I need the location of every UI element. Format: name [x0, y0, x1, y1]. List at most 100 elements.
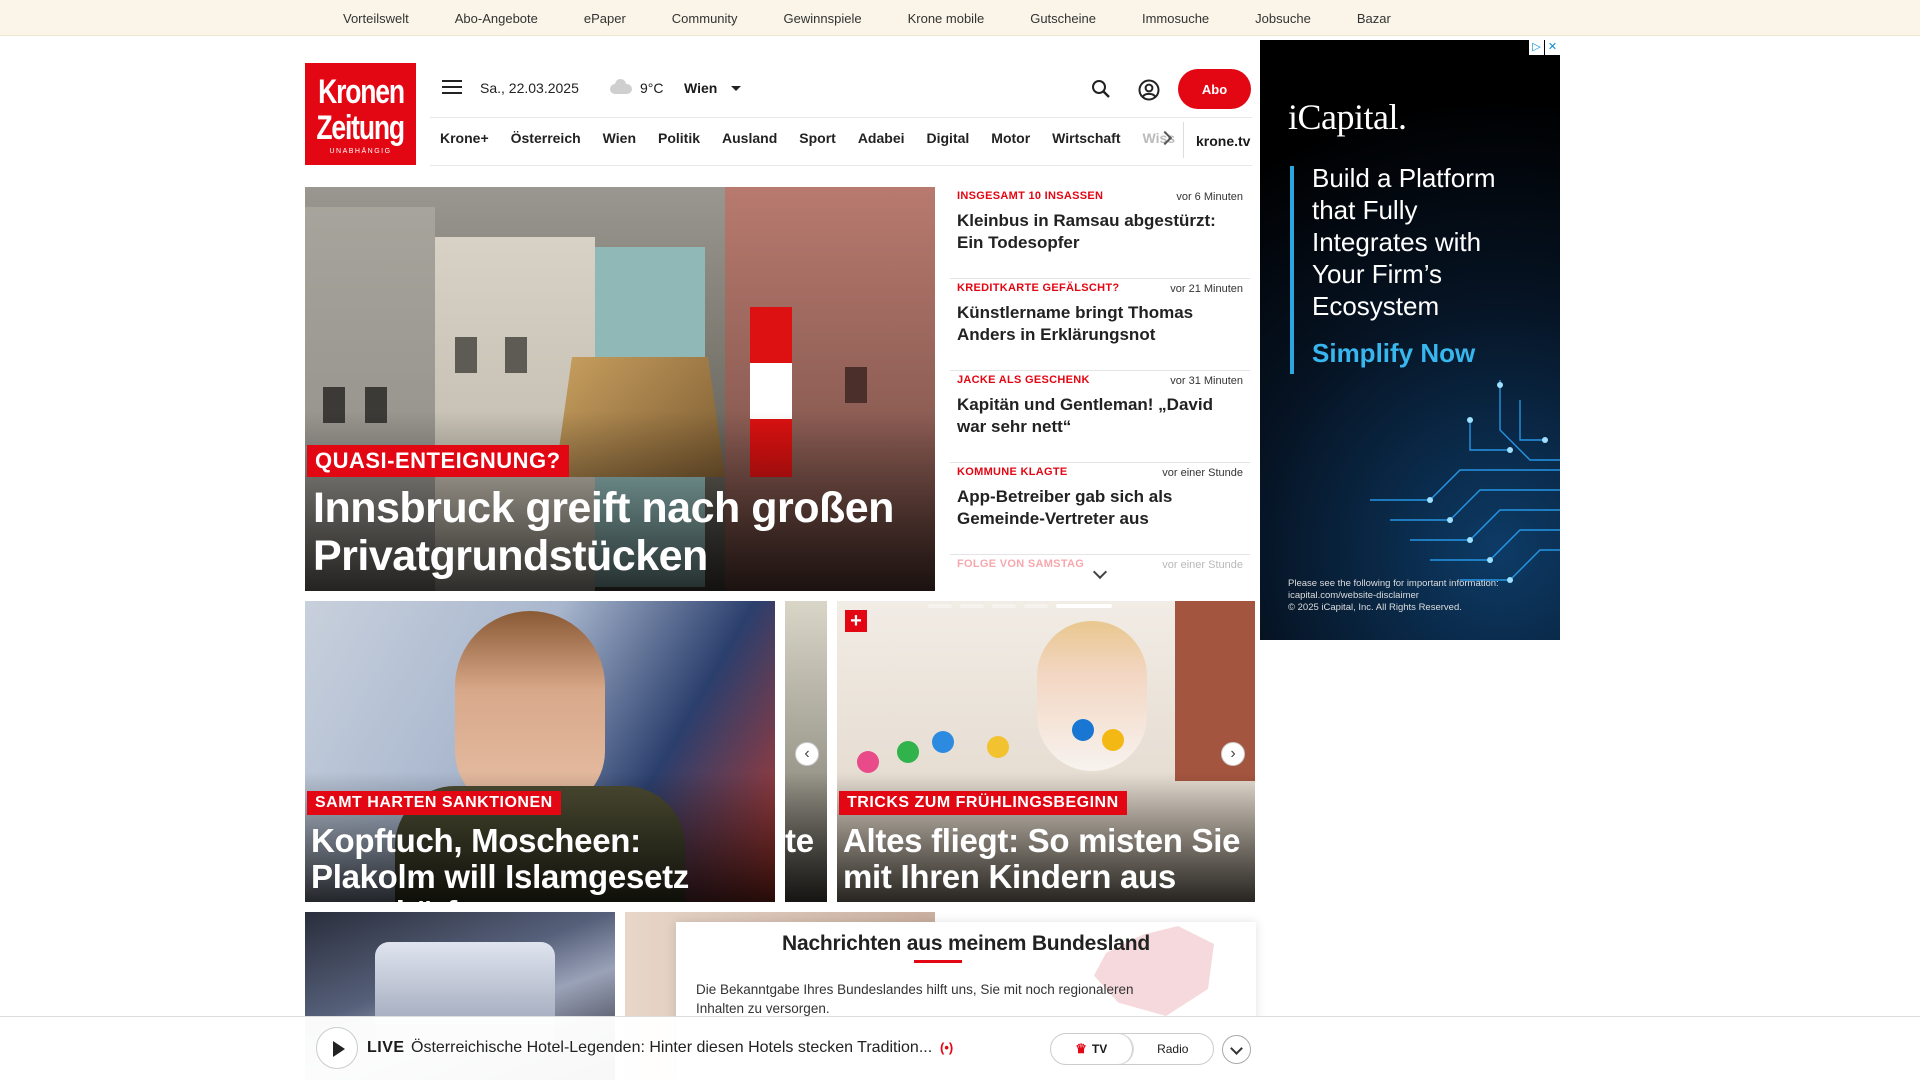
nav-oesterreich[interactable]: Österreich: [511, 130, 581, 146]
link-krone-mobile[interactable]: Krone mobile: [908, 11, 985, 26]
carousel-dot[interactable]: [928, 604, 952, 608]
header-divider: [430, 117, 1252, 118]
nav-sport[interactable]: Sport: [799, 130, 836, 146]
link-abo-angebote[interactable]: Abo-Angebote: [455, 11, 538, 26]
ticker-item[interactable]: JACKE ALS GESCHENK vor 31 Minuten Kapitä…: [950, 371, 1250, 463]
ticker-time: vor 6 Minuten: [1176, 191, 1243, 203]
link-gutscheine[interactable]: Gutscheine: [1030, 11, 1096, 26]
card-headline: te: [785, 822, 814, 859]
ad-headline: Build a Platform that Fully Integrates w…: [1312, 163, 1496, 321]
ad-accent-bar: [1290, 166, 1294, 374]
link-immosuche[interactable]: Immosuche: [1142, 11, 1209, 26]
chevron-down-icon: [731, 85, 742, 91]
ticker-headline: App-Betreiber gab sich als Gemeinde-Vert…: [957, 487, 1173, 528]
nav-krone-plus[interactable]: Krone+: [440, 130, 489, 146]
live-player-bar: [0, 1016, 1920, 1080]
ticker-headline: Kleinbus in Ramsau abgestürzt: Ein Todes…: [957, 211, 1216, 252]
search-icon[interactable]: [1091, 79, 1111, 99]
ad-legal-link[interactable]: icapital.com/website-disclaimer: [1288, 590, 1538, 602]
nav-wirtschaft[interactable]: Wirtschaft: [1052, 130, 1120, 146]
bundesland-title: Nachrichten aus meinem Bundesland: [782, 932, 1150, 955]
carousel-indicators: [928, 604, 1112, 608]
utility-bar: Vorteilswelt Abo-Angebote ePaper Communi…: [0, 0, 1920, 36]
ad-brand-logo: iCapital.: [1288, 97, 1407, 137]
play-button[interactable]: [316, 1027, 358, 1069]
main-navigation: Krone+ Österreich Wien Politik Ausland S…: [440, 130, 1177, 146]
abo-button[interactable]: Abo: [1178, 69, 1251, 109]
broadcast-icon: (•): [940, 1040, 954, 1055]
city-selector[interactable]: Wien: [684, 80, 742, 96]
ad-legal-text: Please see the following for important i…: [1288, 578, 1538, 614]
current-date: Sa., 22.03.2025: [480, 80, 579, 96]
radio-toggle-option[interactable]: Radio: [1133, 1034, 1214, 1064]
nav-digital[interactable]: Digital: [927, 130, 970, 146]
utility-links: Vorteilswelt Abo-Angebote ePaper Communi…: [343, 0, 1437, 36]
link-vorteilswelt[interactable]: Vorteilswelt: [343, 11, 409, 26]
kronen-zeitung-logo[interactable]: Kronen Zeitung UNABHÄNGIG: [305, 63, 416, 165]
logo-tagline: UNABHÄNGIG: [329, 147, 392, 155]
logo-line-1: Kronen: [317, 72, 405, 111]
link-gewinnspiele[interactable]: Gewinnspiele: [784, 11, 862, 26]
ticker-item[interactable]: KREDITKARTE GEFÄLSCHT? vor 21 Minuten Kü…: [950, 279, 1250, 371]
link-epaper[interactable]: ePaper: [584, 11, 626, 26]
ad-legal-line: Please see the following for important i…: [1288, 578, 1499, 589]
expand-player-icon[interactable]: [1222, 1035, 1251, 1064]
ad-cta[interactable]: Simplify Now: [1312, 338, 1475, 369]
nav-krone-tv[interactable]: krone.tv: [1183, 122, 1250, 158]
ad-legal-line: © 2025 iCapital, Inc. All Rights Reserve…: [1288, 602, 1462, 613]
carousel-next-button[interactable]: ›: [1221, 742, 1245, 766]
carousel-dot[interactable]: [1024, 604, 1048, 608]
carousel-prev-button[interactable]: ‹: [795, 742, 819, 766]
nav-adabei[interactable]: Adabei: [858, 130, 905, 146]
hero-article[interactable]: QUASI-ENTEIGNUNG? Innsbruck greift nach …: [305, 187, 935, 591]
temperature: 9°C: [640, 80, 664, 96]
advertisement-icapital[interactable]: ▷ ✕ iCapital. Build a Platform that Full…: [1260, 40, 1560, 640]
link-jobsuche[interactable]: Jobsuche: [1255, 11, 1311, 26]
live-stream-title[interactable]: Österreichische Hotel-Legenden: Hinter d…: [411, 1039, 932, 1057]
live-label: LIVE: [367, 1039, 405, 1056]
news-ticker: INSGESAMT 10 INSASSEN vor 6 Minuten Klei…: [950, 187, 1250, 577]
nav-wien[interactable]: Wien: [603, 130, 636, 146]
nav-motor[interactable]: Motor: [991, 130, 1030, 146]
article-card-islamgesetz[interactable]: SAMT HARTEN SANKTIONEN Kopftuch, Moschee…: [305, 601, 775, 902]
ticker-headline: Kapitän und Gentleman! „David war sehr n…: [957, 395, 1213, 436]
card-kicker: TRICKS ZUM FRÜHLINGSBEGINN: [839, 791, 1127, 815]
weather-widget: 9°C: [610, 79, 664, 96]
ad-info-icon[interactable]: ▷: [1529, 40, 1544, 55]
bundesland-text: Die Bekanntgabe Ihres Bundeslandes hilft…: [696, 982, 1134, 1016]
ad-close-icon[interactable]: ✕: [1545, 40, 1560, 55]
bundesland-title-underline: [914, 960, 962, 963]
tv-toggle-option[interactable]: ♛ TV: [1051, 1034, 1133, 1064]
tv-radio-toggle[interactable]: ♛ TV Radio: [1050, 1033, 1214, 1065]
krone-plus-badge: +: [845, 610, 867, 632]
card-kicker: SAMT HARTEN SANKTIONEN: [307, 791, 561, 815]
nav-politik[interactable]: Politik: [658, 130, 700, 146]
ticker-time: vor 21 Minuten: [1170, 283, 1243, 295]
card-headline: Altes fliegt: So misten Sie mit Ihren Ki…: [843, 822, 1241, 895]
circuit-graphic: [1370, 380, 1560, 583]
card-headline: Kopftuch, Moscheen: Plakolm will Islamge…: [311, 822, 689, 903]
ticker-headline: Künstlername bringt Thomas Anders in Erk…: [957, 303, 1194, 344]
menu-icon[interactable]: [442, 80, 462, 96]
ticker-time: vor einer Stunde: [1162, 467, 1243, 479]
carousel-dot-active[interactable]: [1056, 604, 1112, 608]
logo-line-2: Zeitung: [316, 108, 406, 147]
link-bazar[interactable]: Bazar: [1357, 11, 1391, 26]
hero-kicker: QUASI-ENTEIGNUNG?: [307, 445, 569, 477]
city-label: Wien: [684, 80, 718, 96]
ticker-time: vor 31 Minuten: [1170, 375, 1243, 387]
carousel-dot[interactable]: [992, 604, 1016, 608]
nav-ausland[interactable]: Ausland: [722, 130, 777, 146]
user-account-icon[interactable]: [1138, 79, 1160, 101]
carousel-dot[interactable]: [960, 604, 984, 608]
article-card-fruehling[interactable]: TRICKS ZUM FRÜHLINGSBEGINN Altes fliegt:…: [837, 601, 1255, 902]
ad-choices[interactable]: ▷ ✕: [1529, 40, 1560, 55]
ticker-item[interactable]: INSGESAMT 10 INSASSEN vor 6 Minuten Klei…: [950, 187, 1250, 279]
crown-icon: ♛: [1075, 1041, 1087, 1056]
nav-divider: [430, 165, 1252, 166]
link-community[interactable]: Community: [672, 11, 738, 26]
ticker-time: vor einer Stunde: [1162, 559, 1243, 571]
ticker-item[interactable]: KOMMUNE KLAGTE vor einer Stunde App-Betr…: [950, 463, 1250, 555]
cloud-icon: [610, 79, 632, 94]
hero-headline: Innsbruck greift nach großen Privatgrund…: [313, 484, 894, 580]
